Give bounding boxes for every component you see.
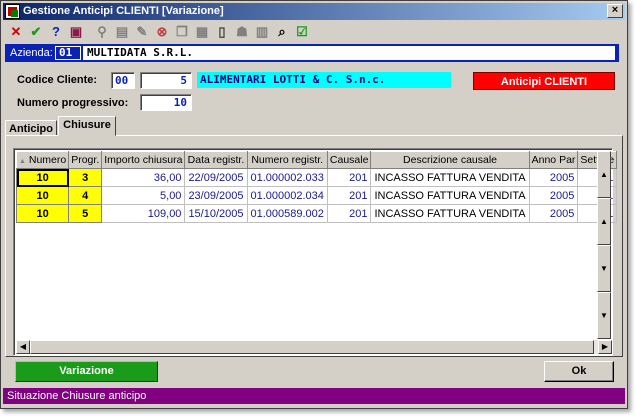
title-bar[interactable]: Gestione Anticipi CLIENTI [Variazione] ×: [3, 3, 625, 20]
user-icon[interactable]: ☗: [233, 23, 251, 41]
scroll-right-button[interactable]: ▶: [598, 340, 612, 354]
cell-progr[interactable]: 3: [68, 168, 103, 187]
cell-numero[interactable]: 10: [15, 186, 70, 205]
cell-numero-registr[interactable]: 01.000589.002: [246, 204, 328, 223]
codice-prefix-field[interactable]: 00: [111, 72, 135, 89]
application-window: Gestione Anticipi CLIENTI [Variazione] ×…: [0, 0, 628, 409]
scroll-last-button[interactable]: ▼: [597, 292, 611, 339]
sort-indicator-icon: ▲: [19, 158, 26, 165]
tab-chiusure[interactable]: Chiusure: [58, 116, 116, 136]
column-header-numero-registr[interactable]: Numero registr.: [246, 151, 328, 169]
toolbar: ✕ ✔? ▣ ⚲ ▤ ✎ ⊗ ❐ ▦ ▯ ☗ ▥ ⌕ ☑: [3, 21, 625, 43]
column-header-anno[interactable]: Anno Par: [528, 151, 579, 169]
chiusure-table: ▲ Numero Progr. Importo chiusura Data re…: [15, 151, 618, 223]
table-row[interactable]: 10 5 109,00 15/10/2005 01.000589.002 201…: [15, 204, 618, 223]
customer-name: ALIMENTARI LOTTI & C. S.n.c.: [197, 72, 451, 88]
binoculars-icon[interactable]: ⚲: [93, 23, 111, 41]
cell-numero[interactable]: 10: [15, 168, 70, 187]
table-row[interactable]: 10 3 36,00 22/09/2005 01.000002.033 201 …: [15, 168, 618, 187]
app-icon: [5, 4, 20, 19]
cell-numero-registr[interactable]: 01.000002.033: [246, 168, 328, 187]
anticipi-clienti-button[interactable]: Anticipi CLIENTI: [473, 72, 615, 90]
new-document-icon[interactable]: ▯: [213, 23, 231, 41]
scroll-first-button[interactable]: ▲: [597, 151, 611, 198]
cell-anno[interactable]: 2005: [528, 186, 579, 205]
window-title: Gestione Anticipi CLIENTI [Variazione]: [23, 5, 224, 17]
cell-importo[interactable]: 5,00: [101, 186, 186, 205]
record-icon[interactable]: ▤: [113, 23, 131, 41]
cell-descrizione[interactable]: INCASSO FATTURA VENDITA: [370, 204, 530, 223]
paste-icon[interactable]: ▦: [193, 23, 211, 41]
copy-icon[interactable]: ❐: [173, 23, 191, 41]
confirm-icon[interactable]: ✔: [27, 23, 45, 41]
azienda-bar: Azienda: 01 MULTIDATA S.R.L.: [5, 44, 619, 62]
checkbox-icon[interactable]: ☑: [293, 23, 311, 41]
cell-progr[interactable]: 5: [68, 204, 103, 223]
column-header-importo[interactable]: Importo chiusura: [101, 151, 186, 169]
table-row[interactable]: 10 4 5,00 23/09/2005 01.000002.034 201 I…: [15, 186, 618, 205]
codice-cliente-field[interactable]: 5: [140, 72, 192, 89]
azienda-name: MULTIDATA S.R.L.: [83, 46, 615, 60]
cell-anno[interactable]: 2005: [528, 204, 579, 223]
column-header-progr[interactable]: Progr.: [68, 151, 103, 169]
scroll-next-button[interactable]: ▼: [597, 245, 611, 292]
column-header-data[interactable]: Data registr.: [184, 151, 248, 169]
cell-causale[interactable]: 201: [326, 186, 372, 205]
column-header-numero[interactable]: ▲ Numero: [15, 151, 70, 169]
find-icon[interactable]: ⌕: [273, 23, 291, 41]
cell-progr[interactable]: 4: [68, 186, 103, 205]
vertical-scrollbar[interactable]: ▲ ▲ ▼ ▼: [597, 151, 611, 339]
status-bar: Situazione Chiusure anticipo: [3, 388, 625, 404]
table-header-row: ▲ Numero Progr. Importo chiusura Data re…: [15, 151, 618, 169]
scroll-thumb[interactable]: [30, 340, 594, 354]
horizontal-scrollbar[interactable]: ◀ ▶: [16, 340, 612, 354]
cell-anno[interactable]: 2005: [528, 168, 579, 187]
cell-numero-registr[interactable]: 01.000002.034: [246, 186, 328, 205]
cell-descrizione[interactable]: INCASSO FATTURA VENDITA: [370, 186, 530, 205]
cell-data[interactable]: 23/09/2005: [184, 186, 248, 205]
cell-importo[interactable]: 109,00: [101, 204, 186, 223]
help-icon[interactable]: ?: [47, 23, 65, 41]
book-icon[interactable]: ▣: [67, 23, 85, 41]
variazione-button[interactable]: Variazione: [15, 361, 158, 382]
cell-causale[interactable]: 201: [326, 168, 372, 187]
scroll-prev-button[interactable]: ▲: [597, 198, 611, 245]
cell-importo[interactable]: 36,00: [101, 168, 186, 187]
numero-progressivo-label: Numero progressivo:: [17, 97, 129, 109]
column-header-causale[interactable]: Causale: [326, 151, 372, 169]
column-header-descrizione[interactable]: Descrizione causale: [370, 151, 530, 169]
edit-icon[interactable]: ✎: [133, 23, 151, 41]
cell-data[interactable]: 15/10/2005: [184, 204, 248, 223]
codice-cliente-label: Codice Cliente:: [17, 74, 98, 86]
chiusure-grid[interactable]: ▲ Numero Progr. Importo chiusura Data re…: [13, 148, 618, 356]
cell-causale[interactable]: 201: [326, 204, 372, 223]
cell-data[interactable]: 22/09/2005: [184, 168, 248, 187]
delete-icon[interactable]: ✕: [7, 23, 25, 41]
tab-anticipo[interactable]: Anticipo: [5, 120, 57, 136]
ok-button[interactable]: Ok: [544, 361, 614, 382]
close-button[interactable]: ×: [607, 4, 623, 18]
scroll-left-button[interactable]: ◀: [16, 340, 30, 354]
calculator-icon[interactable]: ▥: [253, 23, 271, 41]
azienda-code: 01: [55, 46, 81, 60]
azienda-label: Azienda:: [10, 47, 53, 59]
cell-numero[interactable]: 10: [15, 204, 70, 223]
cell-descrizione[interactable]: INCASSO FATTURA VENDITA: [370, 168, 530, 187]
numero-progressivo-field[interactable]: 10: [140, 94, 192, 111]
cancel-record-icon[interactable]: ⊗: [153, 23, 171, 41]
